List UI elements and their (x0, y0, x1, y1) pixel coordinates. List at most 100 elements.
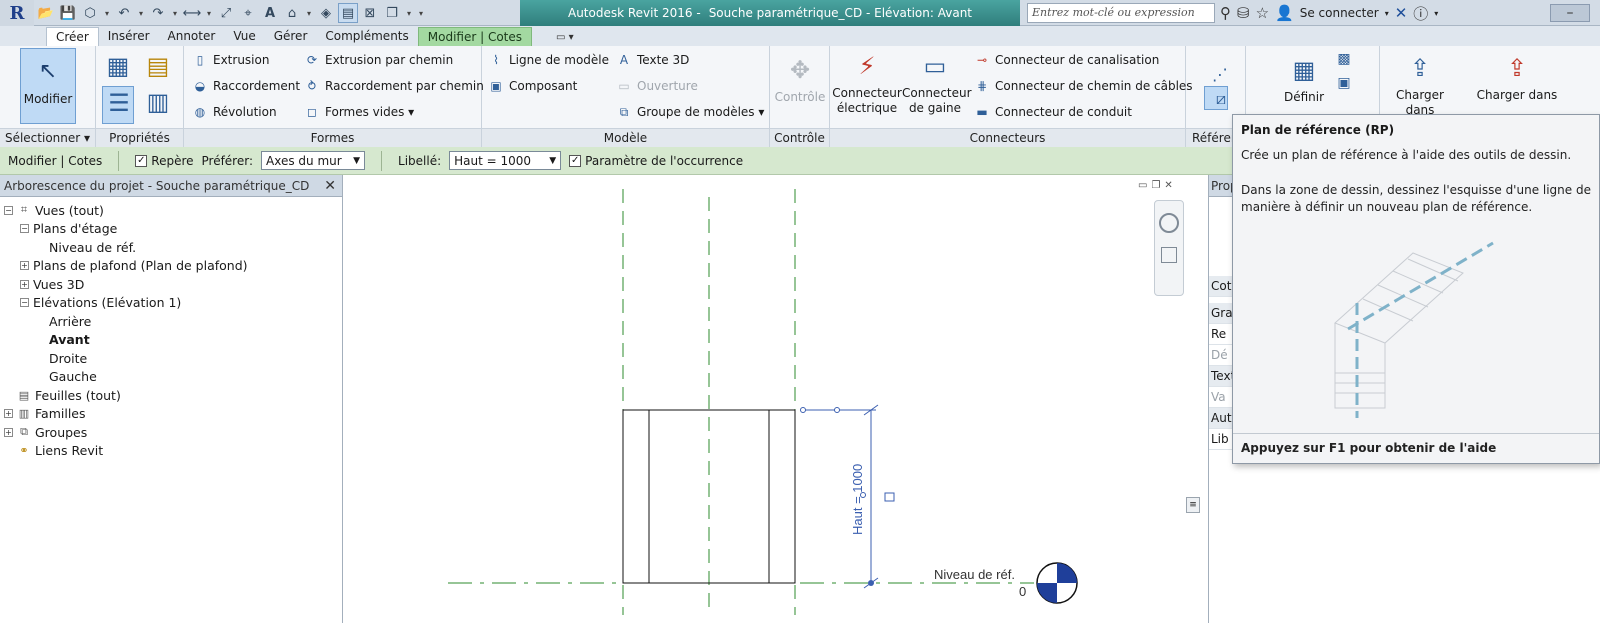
extrusion-button[interactable]: ▯ Extrusion (192, 52, 270, 68)
dimension-label[interactable]: Haut = 1000 (850, 464, 865, 535)
libelle-select[interactable]: Haut = 1000 ▼ (449, 151, 562, 170)
drawing-canvas[interactable]: Haut = 1000 Niveau de réf. 0 (344, 175, 1207, 623)
thin-lines-icon[interactable]: ▤ (338, 3, 358, 23)
help-dropdown-icon[interactable]: ▾ (1434, 9, 1438, 18)
tree-node[interactable]: − ⌗ Vues (tout) (0, 201, 342, 220)
expand-icon[interactable]: + (4, 427, 13, 437)
expand-icon[interactable]: + (20, 279, 29, 289)
collapse-icon[interactable]: − (20, 224, 29, 234)
parametre-occurrence-checkbox[interactable]: ✓ Paramètre de l'occurrence (569, 154, 743, 168)
raccordement-button[interactable]: ◒ Raccordement (192, 78, 300, 94)
measure-dropdown-icon[interactable]: ▾ (204, 9, 214, 18)
exchange-icon[interactable]: ✕ (1395, 4, 1408, 22)
dimension-grip[interactable] (868, 580, 874, 586)
3d-view-dropdown-icon[interactable]: ▾ (304, 9, 314, 18)
measure-icon[interactable]: ⟷ (182, 3, 202, 23)
close-view-icon[interactable]: ✕ (1164, 180, 1172, 191)
tree-node[interactable]: Niveau de réf. (0, 238, 342, 257)
connecteur-conduit-button[interactable]: ▬ Connecteur de conduit (974, 104, 1132, 120)
tree-node[interactable]: − Plans d'étage (0, 220, 342, 239)
search-input[interactable]: Entrez mot-clé ou expression (1027, 3, 1215, 23)
family-category-button[interactable]: ▦ (102, 50, 134, 86)
expand-icon[interactable]: + (20, 261, 29, 271)
redo-icon[interactable]: ↷ (148, 3, 168, 23)
connecteur-electrique-button[interactable]: ⚡ Connecteur électrique (832, 50, 902, 116)
subscription-icon[interactable]: ⛁ (1237, 4, 1250, 22)
collapse-icon[interactable]: − (4, 205, 13, 215)
level-name[interactable]: Niveau de réf. (934, 567, 1015, 582)
tab-complements[interactable]: Compléments (316, 27, 417, 46)
ligne-modele-button[interactable]: ⌇ Ligne de modèle (488, 52, 609, 68)
favorites-star-icon[interactable]: ☆ (1256, 4, 1269, 22)
sync-icon[interactable]: ⬡ (80, 3, 100, 23)
family-types-button[interactable]: ▤ (142, 50, 174, 86)
properties-palette-button[interactable]: ☰ (102, 86, 134, 124)
user-icon[interactable]: 👤 (1275, 4, 1294, 22)
tree-node[interactable]: Arrière (0, 312, 342, 331)
zoom-icon[interactable] (1161, 247, 1177, 263)
minimize-button[interactable]: – (1550, 4, 1590, 22)
raccordement-chemin-button[interactable]: ⥁ Raccordement par chemin (304, 78, 484, 94)
3d-view-icon[interactable]: ⌂ (282, 3, 302, 23)
drawing-area[interactable]: Haut = 1000 Niveau de réf. 0 (344, 175, 1207, 623)
close-icon[interactable]: ✕ (324, 178, 336, 194)
tab-creer[interactable]: Créer (46, 27, 99, 46)
steering-wheel-icon[interactable] (1159, 213, 1179, 233)
tag-icon[interactable]: ⌖ (238, 3, 258, 23)
revolution-button[interactable]: ◍ Révolution (192, 104, 277, 120)
expand-icon[interactable]: + (4, 409, 13, 419)
tree-node[interactable]: + Vues 3D (0, 275, 342, 294)
modifier-button[interactable]: ↖ Modifier (20, 48, 76, 124)
tab-gerer[interactable]: Gérer (265, 27, 317, 46)
aligned-dimension-icon[interactable]: ⤢ (216, 3, 236, 23)
restore-view-icon[interactable]: ❐ (1151, 180, 1160, 191)
save-icon[interactable]: 💾 (58, 3, 78, 23)
tab-annoter[interactable]: Annoter (159, 27, 225, 46)
scroll-grip-icon[interactable]: ≡ (1186, 497, 1200, 513)
texte-3d-button[interactable]: A Texte 3D (616, 52, 689, 68)
connecteur-chemin-cables-button[interactable]: ⋕ Connecteur de chemin de câbles (974, 78, 1193, 94)
label-edit-icon[interactable] (884, 492, 895, 502)
composant-button[interactable]: ▣ Composant (488, 78, 577, 94)
tree-node[interactable]: ⚭ Liens Revit (0, 442, 342, 461)
tree-node[interactable]: + ▥ Familles (0, 405, 342, 424)
groupe-modeles-button[interactable]: ⧉ Groupe de modèles ▾ (616, 104, 765, 120)
ribbon-minimize-toggle[interactable]: ▭ ▾ (550, 29, 580, 46)
binoculars-icon[interactable]: ⚲ (1220, 4, 1231, 22)
text-icon[interactable]: A (260, 3, 280, 23)
sync-dropdown-icon[interactable]: ▾ (102, 9, 112, 18)
viewer-button[interactable]: ▣ (1334, 74, 1354, 96)
tree-node[interactable]: + Plans de plafond (Plan de plafond) (0, 257, 342, 276)
section-icon[interactable]: ◈ (316, 3, 336, 23)
extrusion-chemin-button[interactable]: ⟳ Extrusion par chemin (304, 52, 453, 68)
tree-node[interactable]: Avant (0, 331, 342, 350)
show-work-plane-button[interactable]: ▩ (1334, 50, 1354, 72)
redo-dropdown-icon[interactable]: ▾ (170, 9, 180, 18)
tree-node[interactable]: Gauche (0, 368, 342, 387)
tab-modifier-cotes[interactable]: Modifier | Cotes (417, 27, 533, 46)
tree-node[interactable]: − Elévations (Elévation 1) (0, 294, 342, 313)
undo-icon[interactable]: ↶ (114, 3, 134, 23)
signin-link[interactable]: Se connecter (1300, 6, 1379, 20)
charger-dans-projet-button[interactable]: ⇪ Charger dans (1380, 52, 1460, 118)
dimension-grip[interactable] (834, 407, 840, 413)
preferer-select[interactable]: Axes du mur ▼ (261, 151, 366, 170)
charger-projet-fermer-button[interactable]: ⇪ Charger dans (1474, 52, 1560, 103)
tree-node[interactable]: Droite (0, 349, 342, 368)
collapse-icon[interactable]: − (20, 298, 29, 308)
tab-inserer[interactable]: Insérer (99, 27, 159, 46)
application-menu-button[interactable]: R (0, 0, 34, 26)
close-hidden-icon[interactable]: ⊠ (360, 3, 380, 23)
tab-vue[interactable]: Vue (224, 27, 264, 46)
formes-vides-button[interactable]: ◻ Formes vides ▾ (304, 104, 414, 120)
plan-reference-button[interactable]: ⧄ (1204, 86, 1228, 110)
panel-title-selectionner[interactable]: Sélectionner ▾ (0, 128, 95, 147)
switch-windows-icon[interactable]: ❐ (382, 3, 402, 23)
type-properties-button[interactable]: ▥ (142, 86, 174, 122)
open-icon[interactable]: 📂 (36, 3, 56, 23)
undo-dropdown-icon[interactable]: ▾ (136, 9, 146, 18)
help-icon[interactable]: ⓘ (1413, 3, 1428, 24)
tree-node[interactable]: + ⧉ Groupes (0, 423, 342, 442)
repere-checkbox[interactable]: ✓ Repère (135, 154, 194, 168)
dimension-grip[interactable] (800, 407, 806, 413)
